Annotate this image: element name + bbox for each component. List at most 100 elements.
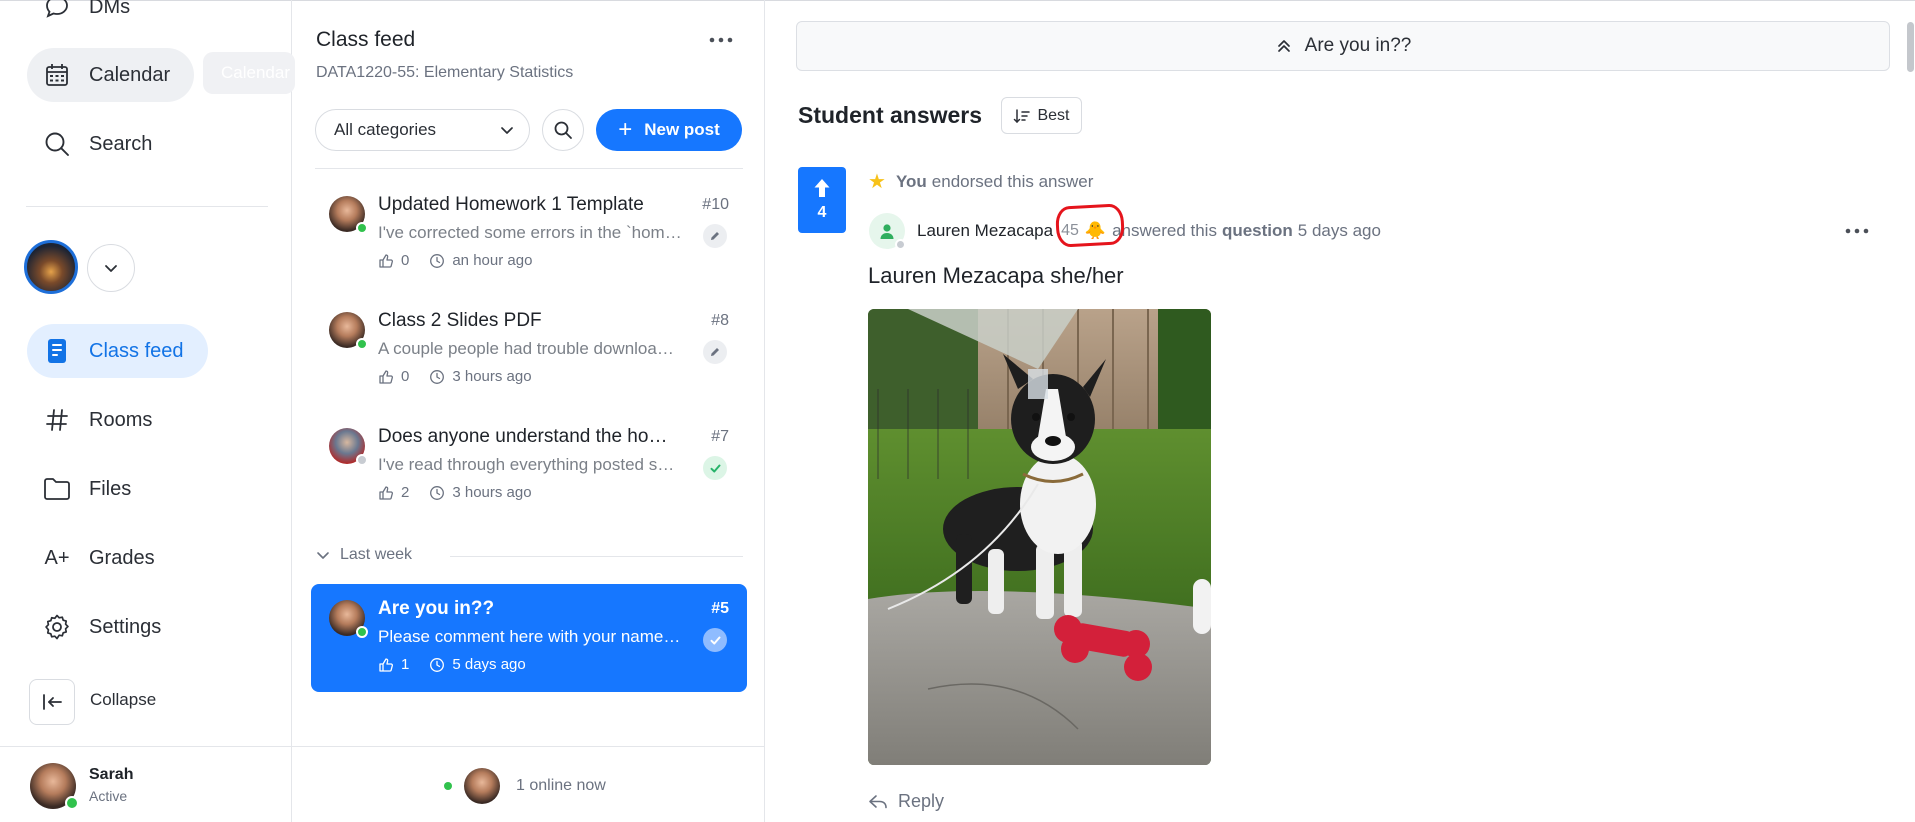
double-chevron-up-icon bbox=[1275, 37, 1305, 55]
feed-more-button[interactable] bbox=[706, 28, 736, 52]
post-number: #5 bbox=[711, 600, 729, 617]
post-time: 3 hours ago bbox=[452, 368, 532, 385]
nav-item-search[interactable]: Search bbox=[27, 117, 176, 171]
red-annotation-circle bbox=[1054, 203, 1126, 248]
section-toggle-last-week[interactable]: Last week bbox=[316, 546, 412, 564]
new-post-label: New post bbox=[644, 120, 720, 139]
nav-label-rooms: Rooms bbox=[89, 408, 153, 431]
answer-byline: Lauren Mezacapa 45 🐥 answered this quest… bbox=[917, 221, 1381, 241]
feed-post[interactable]: Class 2 Slides PDF #8 A couple people ha… bbox=[311, 296, 747, 404]
post-author-avatar bbox=[329, 312, 368, 350]
sort-label: Best bbox=[1037, 106, 1070, 124]
post-number: #7 bbox=[711, 428, 729, 445]
nav-item-files[interactable]: Files bbox=[27, 462, 155, 516]
pencil-icon bbox=[709, 346, 721, 358]
feed-post[interactable]: Does anyone understand the homework ques… bbox=[311, 412, 747, 520]
calendar-icon bbox=[43, 61, 71, 89]
reply-arrow-icon bbox=[868, 794, 898, 810]
thumbs-up-icon bbox=[378, 369, 401, 385]
collapse-button[interactable] bbox=[29, 679, 75, 725]
sort-button[interactable]: Best bbox=[1001, 97, 1082, 134]
star-icon: ★ bbox=[868, 171, 886, 193]
nav-label-files: Files bbox=[89, 477, 132, 500]
clock-icon bbox=[429, 253, 452, 269]
collapse-label[interactable]: Collapse bbox=[90, 690, 156, 710]
post-status bbox=[703, 340, 727, 364]
online-status-dot bbox=[65, 796, 79, 810]
nav-item-grades[interactable]: A+ Grades bbox=[27, 531, 179, 585]
post-meta: 1 5 days ago bbox=[378, 656, 526, 673]
answer-photo-dog[interactable] bbox=[868, 309, 1211, 765]
user-name: Sarah bbox=[89, 766, 134, 783]
feed-post-selected[interactable]: Are you in?? #5 Please comment here with… bbox=[311, 584, 747, 692]
post-meta: 0 an hour ago bbox=[378, 252, 532, 269]
answer-author-name[interactable]: Lauren Mezacapa bbox=[917, 221, 1053, 241]
vote-count: 4 bbox=[817, 204, 827, 221]
category-select[interactable]: All categories bbox=[315, 109, 530, 151]
post-preview: I've read through everything posted so f… bbox=[378, 455, 683, 474]
online-now-text: 1 online now bbox=[516, 777, 606, 794]
post-meta: 0 3 hours ago bbox=[378, 368, 532, 385]
clock-icon bbox=[429, 485, 452, 501]
post-meta: 2 3 hours ago bbox=[378, 484, 532, 501]
arrow-up-icon bbox=[813, 178, 831, 204]
plus-icon: + bbox=[618, 116, 633, 143]
nav-item-settings[interactable]: Settings bbox=[27, 600, 185, 654]
post-preview: A couple people had trouble downloading … bbox=[378, 339, 683, 358]
answer-author-avatar[interactable] bbox=[869, 213, 906, 250]
more-horizontal-icon bbox=[1845, 228, 1869, 234]
user-status: Active bbox=[89, 788, 128, 804]
sort-icon bbox=[1013, 108, 1037, 124]
feed-search-button[interactable] bbox=[542, 109, 584, 151]
answer-time: 5 days ago bbox=[1297, 221, 1381, 240]
post-title: Updated Homework 1 Template bbox=[378, 194, 644, 215]
post-title: Class 2 Slides PDF bbox=[378, 310, 542, 331]
reply-button[interactable]: Reply bbox=[868, 791, 944, 812]
online-dot bbox=[444, 782, 452, 790]
thumbs-up-icon bbox=[378, 253, 401, 269]
offline-status-dot bbox=[895, 239, 906, 250]
user-icon bbox=[878, 222, 896, 240]
nav-label-grades: Grades bbox=[89, 546, 155, 569]
chat-bubble-icon bbox=[43, 0, 71, 21]
post-time: 3 hours ago bbox=[452, 484, 532, 501]
pencil-icon bbox=[709, 230, 721, 242]
post-time: 5 days ago bbox=[452, 656, 526, 673]
question-banner[interactable]: Are you in?? bbox=[796, 21, 1890, 71]
post-likes: 1 bbox=[401, 656, 410, 673]
post-preview: I've corrected some errors in the `homew… bbox=[378, 223, 683, 242]
endorse-text: endorsed this answer bbox=[931, 171, 1094, 191]
question-link[interactable]: question bbox=[1222, 221, 1293, 241]
clock-icon bbox=[429, 657, 452, 673]
collapse-arrow-icon bbox=[41, 692, 63, 712]
online-now-indicator[interactable]: 1 online now bbox=[444, 768, 606, 804]
post-title: Does anyone understand the homework ques… bbox=[378, 426, 668, 447]
user-avatar[interactable] bbox=[30, 763, 79, 810]
feed-divider bbox=[315, 168, 743, 169]
answer-more-button[interactable] bbox=[1842, 225, 1872, 237]
nav-item-calendar[interactable]: Calendar bbox=[27, 48, 195, 102]
nav-item-rooms[interactable]: Rooms bbox=[27, 393, 176, 447]
post-status bbox=[703, 628, 727, 652]
upvote-button[interactable]: 4 bbox=[798, 167, 846, 233]
gear-icon bbox=[43, 613, 71, 641]
chevron-down-icon bbox=[102, 259, 120, 277]
nav-item-dms[interactable]: DMs bbox=[27, 0, 154, 34]
post-number: #8 bbox=[711, 312, 729, 329]
course-avatar[interactable] bbox=[24, 240, 78, 294]
search-icon bbox=[553, 120, 573, 140]
thumbs-up-icon bbox=[378, 485, 401, 501]
new-post-button[interactable]: + New post bbox=[596, 109, 742, 151]
post-status bbox=[703, 456, 727, 480]
post-time: an hour ago bbox=[452, 252, 533, 269]
reply-label: Reply bbox=[898, 791, 945, 811]
nav-bottom-divider bbox=[0, 746, 292, 747]
scrollbar-thumb[interactable] bbox=[1907, 22, 1914, 72]
feed-post[interactable]: Updated Homework 1 Template #10 I've cor… bbox=[311, 180, 747, 288]
course-name: DATA1220-55: Elementary Statistics bbox=[316, 64, 574, 81]
nav-item-class-feed[interactable]: Class feed bbox=[27, 324, 208, 378]
nav-label-search: Search bbox=[89, 132, 153, 155]
post-status bbox=[703, 224, 727, 248]
clock-icon bbox=[429, 369, 452, 385]
course-switcher-button[interactable] bbox=[87, 244, 135, 292]
